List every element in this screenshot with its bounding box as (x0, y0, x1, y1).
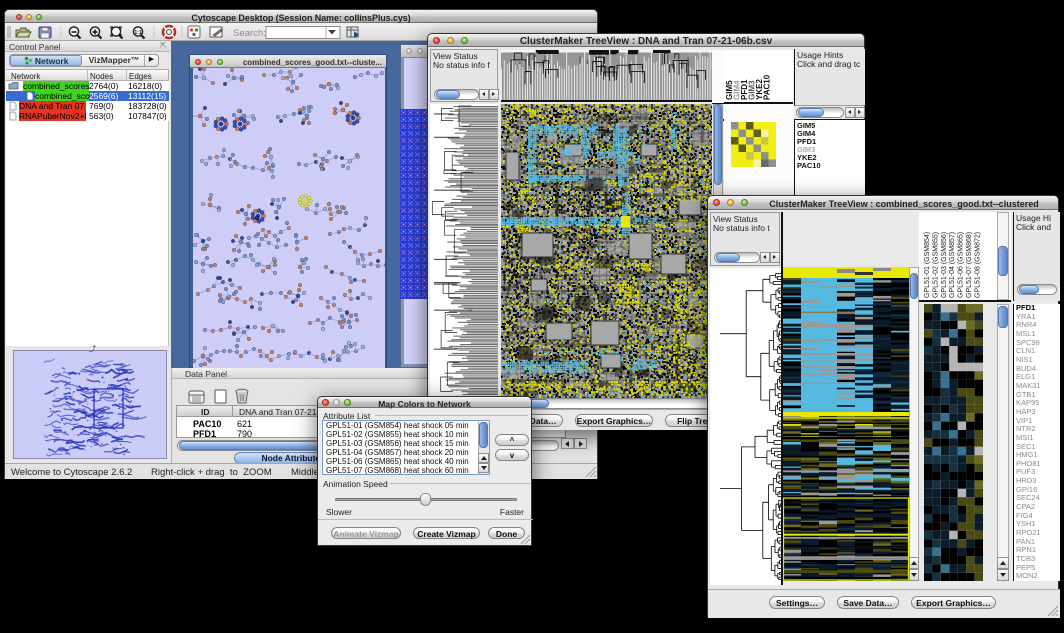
svg-text:Search:: Search: (233, 28, 266, 39)
svg-text:1:1: 1:1 (134, 30, 141, 36)
svg-text:PAC10: PAC10 (763, 74, 772, 100)
